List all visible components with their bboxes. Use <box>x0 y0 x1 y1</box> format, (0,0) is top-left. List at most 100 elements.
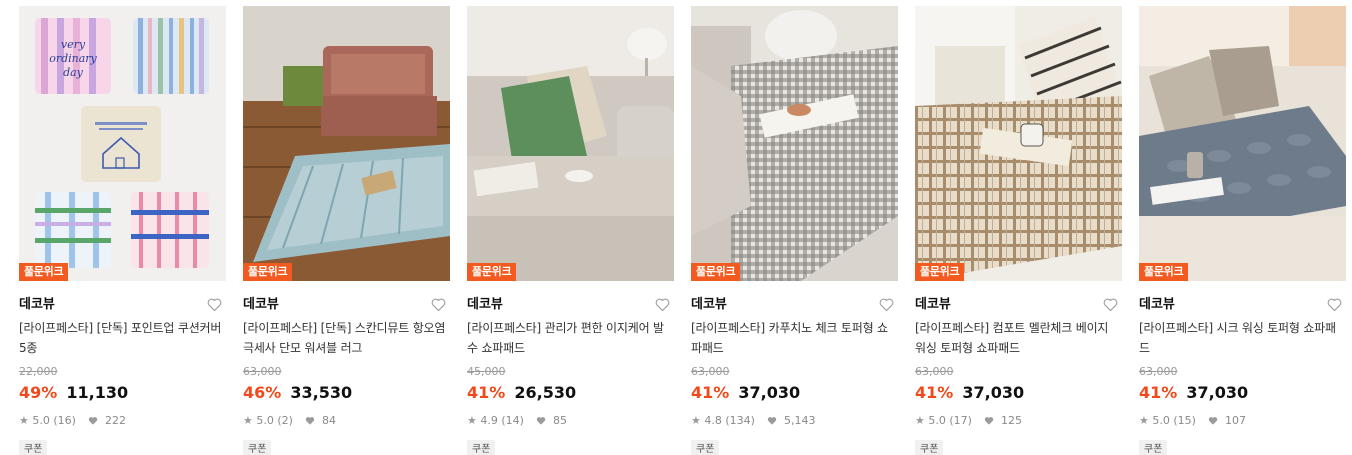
rating-value: 5.0 <box>32 414 50 427</box>
product-card[interactable]: 풀문위크 데코뷰 [라이프페스타] 카푸치노 체크 토퍼형 쇼파패드 63,00… <box>691 6 898 455</box>
coupon-tag: 쿠폰 <box>19 440 48 455</box>
rating-value: 5.0 <box>256 414 274 427</box>
likes-heart-icon <box>537 417 546 425</box>
discount-rate: 49% <box>19 383 58 402</box>
product-title[interactable]: [라이프페스타] [단독] 포인트업 쿠션커버 5종 <box>19 318 226 358</box>
star-icon: ★ <box>243 414 253 427</box>
product-card[interactable]: 풀문위크 데코뷰 [라이프페스타] 컴포트 멜란체크 베이지 워싱 토퍼형 쇼파… <box>915 6 1122 455</box>
coupon-tag: 쿠폰 <box>243 440 272 455</box>
likes-count: 5,143 <box>783 414 816 427</box>
promo-badge: 풀문위크 <box>243 263 293 281</box>
likes-count: 107 <box>1224 414 1246 427</box>
brand-name[interactable]: 데코뷰 <box>1139 294 1346 316</box>
discount-rate: 41% <box>467 383 506 402</box>
brand-name[interactable]: 데코뷰 <box>915 294 1122 316</box>
svg-text:day: day <box>63 66 84 79</box>
brand-name[interactable]: 데코뷰 <box>467 294 674 316</box>
promo-badge: 풀문위크 <box>467 263 517 281</box>
likes-count: 85 <box>552 414 567 427</box>
coupon-tag: 쿠폰 <box>691 440 720 455</box>
product-card[interactable]: 풀문위크 데코뷰 [라이프페스타] [단독] 스칸디뮤트 항오염 극세사 단모 … <box>243 6 450 455</box>
likes-count: 84 <box>321 414 336 427</box>
product-title[interactable]: [라이프페스타] 관리가 편한 이지케어 발수 쇼파패드 <box>467 318 674 358</box>
sale-price: 11,130 <box>66 383 129 402</box>
sale-price: 37,030 <box>962 383 1025 402</box>
product-image[interactable]: 풀문위크 <box>691 6 898 281</box>
likes-count: 222 <box>104 414 126 427</box>
sale-price: 26,530 <box>514 383 577 402</box>
sale-price: 33,530 <box>290 383 353 402</box>
discount-rate: 46% <box>243 383 282 402</box>
product-image[interactable]: 풀문위크 <box>243 6 450 281</box>
star-icon: ★ <box>19 414 29 427</box>
review-count: (17) <box>949 414 972 427</box>
sale-price: 37,030 <box>738 383 801 402</box>
review-count: (16) <box>53 414 76 427</box>
review-count: (134) <box>725 414 755 427</box>
likes-heart-icon <box>1209 417 1218 425</box>
likes-heart-icon <box>985 417 994 425</box>
rating-value: 5.0 <box>1152 414 1170 427</box>
product-grid: very ordinary day 풀문위크 데코뷰 [라이프페스타] [단독]… <box>0 0 1352 455</box>
original-price: 22,000 <box>19 365 58 378</box>
rating-value: 4.8 <box>704 414 722 427</box>
coupon-tag: 쿠폰 <box>1139 440 1168 455</box>
wishlist-heart-icon[interactable] <box>206 296 223 313</box>
product-card[interactable]: very ordinary day 풀문위크 데코뷰 [라이프페스타] [단독]… <box>19 6 226 455</box>
product-card[interactable]: 풀문위크 데코뷰 [라이프페스타] 시크 워싱 토퍼형 쇼파패드 63,000 … <box>1139 6 1346 455</box>
star-icon: ★ <box>467 414 477 427</box>
original-price: 63,000 <box>691 365 730 378</box>
promo-badge: 풀문위크 <box>915 263 965 281</box>
review-count: (15) <box>1173 414 1196 427</box>
sofa-pad-photo <box>467 6 674 281</box>
sofa-pad-photo <box>1139 6 1346 281</box>
product-stats: ★ 5.0 (2) 84 <box>243 413 450 429</box>
wishlist-heart-icon[interactable] <box>1102 296 1119 313</box>
wishlist-heart-icon[interactable] <box>1326 296 1343 313</box>
review-count: (2) <box>277 414 293 427</box>
brand-name[interactable]: 데코뷰 <box>19 294 226 316</box>
svg-text:ordinary: ordinary <box>49 52 97 65</box>
star-icon: ★ <box>691 414 701 427</box>
rating-value: 4.9 <box>480 414 498 427</box>
product-stats: ★ 5.0 (16) 222 <box>19 413 226 429</box>
wishlist-heart-icon[interactable] <box>878 296 895 313</box>
promo-badge: 풀문위크 <box>19 263 69 281</box>
cushion-covers-photo: very ordinary day <box>19 6 226 281</box>
rating-value: 5.0 <box>928 414 946 427</box>
original-price: 63,000 <box>915 365 954 378</box>
sale-price: 37,030 <box>1186 383 1249 402</box>
discount-rate: 41% <box>915 383 954 402</box>
product-stats: ★ 4.8 (134) 5,143 <box>691 413 898 429</box>
product-title[interactable]: [라이프페스타] [단독] 스칸디뮤트 항오염 극세사 단모 워셔블 러그 <box>243 318 450 358</box>
product-image[interactable]: 풀문위크 <box>467 6 674 281</box>
rug-photo <box>243 6 450 281</box>
brand-name[interactable]: 데코뷰 <box>243 294 450 316</box>
review-count: (14) <box>501 414 524 427</box>
promo-badge: 풀문위크 <box>1139 263 1189 281</box>
promo-badge: 풀문위크 <box>691 263 741 281</box>
discount-rate: 41% <box>1139 383 1178 402</box>
product-title[interactable]: [라이프페스타] 시크 워싱 토퍼형 쇼파패드 <box>1139 318 1346 358</box>
likes-count: 125 <box>1000 414 1022 427</box>
likes-heart-icon <box>306 417 315 425</box>
product-image[interactable]: 풀문위크 <box>1139 6 1346 281</box>
brand-name[interactable]: 데코뷰 <box>691 294 898 316</box>
product-image[interactable]: very ordinary day 풀문위크 <box>19 6 226 281</box>
product-stats: ★ 5.0 (15) 107 <box>1139 413 1346 429</box>
original-price: 45,000 <box>467 365 506 378</box>
likes-heart-icon <box>768 417 777 425</box>
original-price: 63,000 <box>243 365 282 378</box>
product-stats: ★ 4.9 (14) 85 <box>467 413 674 429</box>
svg-text:very: very <box>61 38 86 51</box>
wishlist-heart-icon[interactable] <box>654 296 671 313</box>
product-image[interactable]: 풀문위크 <box>915 6 1122 281</box>
product-card[interactable]: 풀문위크 데코뷰 [라이프페스타] 관리가 편한 이지케어 발수 쇼파패드 45… <box>467 6 674 455</box>
original-price: 63,000 <box>1139 365 1178 378</box>
discount-rate: 41% <box>691 383 730 402</box>
product-title[interactable]: [라이프페스타] 카푸치노 체크 토퍼형 쇼파패드 <box>691 318 898 358</box>
product-stats: ★ 5.0 (17) 125 <box>915 413 1122 429</box>
likes-heart-icon <box>89 417 98 425</box>
wishlist-heart-icon[interactable] <box>430 296 447 313</box>
product-title[interactable]: [라이프페스타] 컴포트 멜란체크 베이지 워싱 토퍼형 쇼파패드 <box>915 318 1122 358</box>
